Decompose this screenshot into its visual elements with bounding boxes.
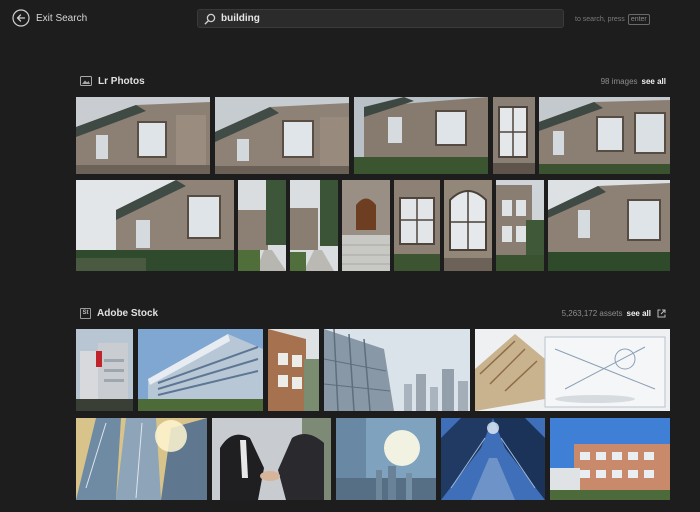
- adobe-stock-title: Adobe Stock: [97, 307, 159, 319]
- lr-photo-thumbnail[interactable]: [76, 97, 210, 174]
- stock-image-thumbnail[interactable]: [268, 329, 319, 411]
- lr-photo-thumbnail[interactable]: [290, 180, 338, 271]
- lr-photo-thumbnail[interactable]: [444, 180, 492, 271]
- stock-image-thumbnail[interactable]: [324, 329, 470, 411]
- search-icon: [204, 13, 216, 24]
- search-hint: to search, press enter: [575, 14, 650, 25]
- stock-image-thumbnail[interactable]: [550, 418, 670, 500]
- enter-key-badge: enter: [627, 14, 650, 25]
- external-link-icon[interactable]: [657, 309, 666, 318]
- lr-photo-thumbnail[interactable]: [215, 97, 349, 174]
- stock-image-thumbnail[interactable]: [76, 329, 133, 411]
- top-bar: Exit Search to search, press enter: [0, 0, 700, 40]
- lr-photo-thumbnail[interactable]: [496, 180, 544, 271]
- lr-photo-thumbnail[interactable]: [394, 180, 440, 271]
- lr-photos-title: Lr Photos: [98, 75, 145, 87]
- adobe-stock-see-all-link[interactable]: see all: [627, 309, 651, 318]
- adobe-stock-count-area: 5,263,172 assets see all: [562, 309, 666, 318]
- stock-image-thumbnail[interactable]: [212, 418, 331, 500]
- lr-photo-thumbnail[interactable]: [354, 97, 488, 174]
- exit-search-label: Exit Search: [36, 12, 88, 24]
- stock-image-thumbnail[interactable]: [138, 329, 263, 411]
- lr-photo-thumbnail[interactable]: [548, 180, 670, 271]
- lr-photos-see-all-link[interactable]: see all: [642, 77, 666, 86]
- photos-icon: [80, 76, 92, 86]
- exit-search-button[interactable]: Exit Search: [12, 9, 87, 27]
- lr-photo-thumbnail[interactable]: [238, 180, 286, 271]
- lr-photo-thumbnail[interactable]: [342, 180, 390, 271]
- stock-badge-icon: St: [80, 307, 91, 319]
- lr-photos-count: 98 images: [600, 76, 638, 86]
- search-box[interactable]: [197, 9, 564, 28]
- adobe-stock-header: St Adobe Stock 5,263,172 assets see all: [80, 306, 666, 320]
- search-input[interactable]: [221, 13, 541, 24]
- back-arrow-icon: [12, 9, 30, 27]
- stock-image-thumbnail[interactable]: [475, 329, 670, 411]
- stock-image-thumbnail[interactable]: [441, 418, 545, 500]
- lr-photos-header: Lr Photos 98 images see all: [80, 74, 666, 88]
- stock-image-thumbnail[interactable]: [336, 418, 436, 500]
- lr-photo-thumbnail[interactable]: [539, 97, 670, 174]
- lr-photos-count-area: 98 images see all: [601, 77, 666, 86]
- lr-photo-thumbnail[interactable]: [76, 180, 234, 271]
- stock-image-thumbnail[interactable]: [76, 418, 207, 500]
- adobe-stock-count: 5,263,172 assets: [561, 308, 623, 318]
- lr-photo-thumbnail[interactable]: [493, 97, 535, 174]
- search-hint-text: to search, press: [575, 16, 625, 23]
